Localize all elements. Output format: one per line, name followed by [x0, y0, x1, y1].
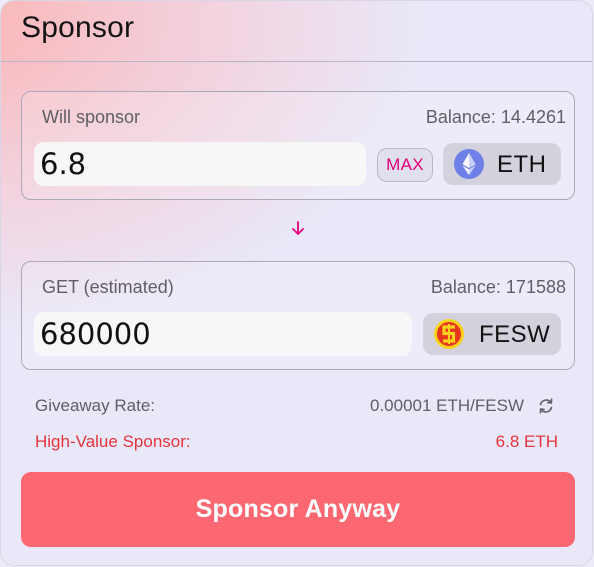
sponsor-card: Sponsor Will sponsor Balance: 14.4261 MA…: [0, 0, 593, 566]
max-button[interactable]: MAX: [377, 148, 433, 182]
giveaway-rate-value: 0.00001 ETH/FESW: [369, 396, 524, 415]
arrow-down-icon[interactable]: [285, 215, 311, 241]
eth-balance: Balance: 14.4261: [425, 107, 566, 127]
giveaway-rate-label: Giveaway Rate:: [35, 396, 155, 415]
eth-token-label: ETH: [497, 151, 547, 178]
eth-token-selector[interactable]: ETH: [443, 143, 561, 185]
fesw-token-label: FESW: [479, 321, 551, 348]
fesw-token-selector[interactable]: FESW: [423, 313, 561, 355]
sponsor-input-panel: Will sponsor Balance: 14.4261 MAX ETH: [21, 91, 575, 200]
header: Sponsor: [1, 1, 592, 62]
get-output-panel: GET (estimated) Balance: 171588 FESW: [21, 261, 575, 370]
high-value-amount: 6.8 ETH: [495, 432, 558, 451]
high-value-warning-row: High-Value Sponsor: 6.8 ETH: [35, 432, 558, 456]
sponsor-amount-input[interactable]: [34, 142, 366, 186]
fesw-icon: [434, 319, 464, 349]
get-amount-input[interactable]: [34, 312, 412, 356]
sponsor-anyway-button[interactable]: Sponsor Anyway: [21, 472, 575, 547]
giveaway-rate-row: Giveaway Rate: 0.00001 ETH/FESW: [35, 396, 556, 420]
ethereum-icon: [454, 149, 484, 179]
page-title: Sponsor: [21, 11, 135, 44]
fesw-balance: Balance: 171588: [430, 277, 566, 297]
will-sponsor-label: Will sponsor: [42, 107, 141, 127]
get-estimated-label: GET (estimated): [42, 277, 174, 297]
high-value-label: High-Value Sponsor:: [35, 432, 191, 451]
refresh-icon[interactable]: [536, 396, 556, 416]
